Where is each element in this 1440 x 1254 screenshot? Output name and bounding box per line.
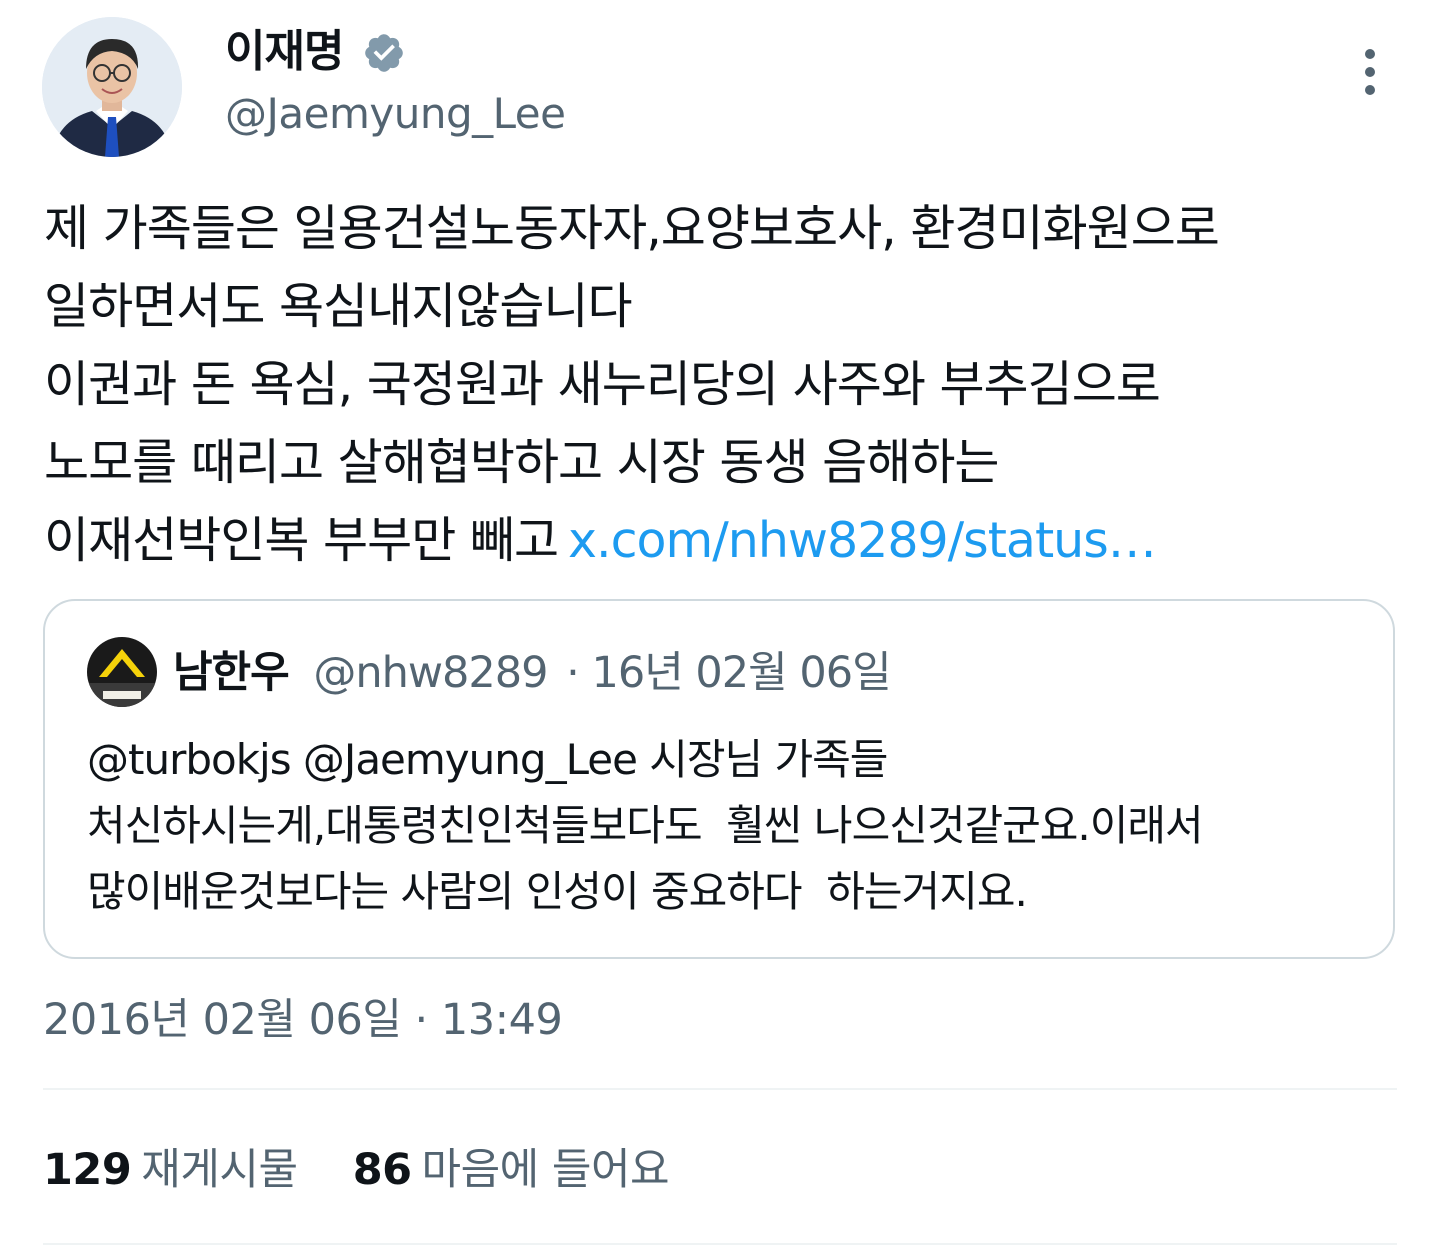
tweet-text-line: 이권과 돈 욕심, 국정원과 새누리당의 사주와 부추김으로 (44, 356, 1161, 413)
divider (43, 1243, 1397, 1245)
tweet-text-line: 노모를 때리고 살해협박하고 시장 동생 음해하는 (44, 434, 999, 491)
tweet-text-line: 일하면서도 욕심내지않습니다 (44, 278, 633, 335)
author-handle[interactable]: @Jaemyung_Lee (225, 88, 566, 140)
tweet-text: 제 가족들은 일용건설노동자자,요양보호사, 환경미화원으로 일하면서도 욕심내… (44, 190, 1414, 580)
more-vertical-icon[interactable] (1348, 44, 1392, 100)
quote-author-avatar[interactable] (87, 637, 157, 707)
tweet-text-line: 이재선박인복 부부만 빼고 x.com/nhw8289/status… (44, 502, 1414, 580)
quote-text-line: 처신하시는게,대통령친인척들보다도 훨씬 나으신것같군요.이래서 (87, 801, 1204, 850)
quote-text-line: 많이배운것보다는 사람의 인성이 중요하다 하는거지요. (87, 867, 1028, 916)
divider (43, 1088, 1397, 1090)
quote-date: · 16년 02월 06일 (566, 648, 892, 698)
quote-author-name[interactable]: 남한우 (173, 648, 290, 698)
quoted-tweet-link[interactable]: x.com/nhw8289/status… (568, 512, 1157, 569)
engagement-stats: 129 재게시물 86 마음에 들어요 (43, 1142, 670, 1198)
quoted-tweet-card[interactable]: 남한우 @nhw8289 · 16년 02월 06일 @turbokjs @Ja… (43, 599, 1395, 959)
likes-count: 86 (352, 1145, 412, 1195)
verified-badge-icon (365, 34, 403, 72)
retweets-label: 재게시물 (141, 1145, 298, 1195)
likes-label: 마음에 들어요 (421, 1145, 670, 1195)
quote-text-line: @turbokjs @Jaemyung_Lee 시장님 가족들 (87, 735, 888, 784)
tweet-text-line: 제 가족들은 일용건설노동자자,요양보호사, 환경미화원으로 (44, 200, 1220, 257)
quote-header: 남한우 @nhw8289 · 16년 02월 06일 (173, 645, 892, 701)
quote-text: @turbokjs @Jaemyung_Lee 시장님 가족들 처신하시는게,대… (87, 727, 1377, 925)
author-avatar[interactable] (42, 17, 182, 157)
tweet-detail: 이재명 @Jaemyung_Lee 제 가족들은 일용건설노동자자,요양보호사,… (0, 0, 1440, 1254)
likes-stat[interactable]: 86 마음에 들어요 (352, 1142, 670, 1198)
retweets-stat[interactable]: 129 재게시물 (43, 1142, 298, 1198)
tweet-timestamp[interactable]: 2016년 02월 06일 · 13:49 (43, 992, 563, 1048)
retweets-count: 129 (43, 1145, 132, 1195)
tweet-text-line-content: 이재선박인복 부부만 빼고 (44, 512, 559, 569)
quote-author-handle[interactable]: @nhw8289 (313, 648, 548, 698)
author-name[interactable]: 이재명 (225, 24, 344, 80)
